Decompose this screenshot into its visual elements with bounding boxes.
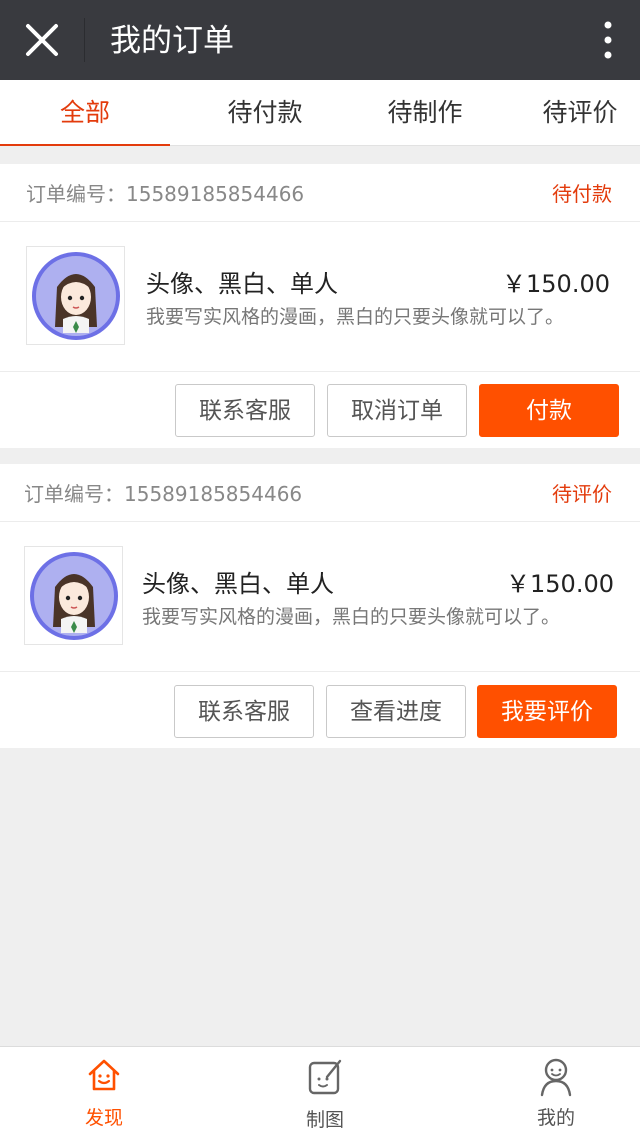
- nav-item-draw[interactable]: 制图: [265, 1047, 385, 1136]
- product-description: 我要写实风格的漫画，黑白的只要头像就可以了。: [142, 606, 561, 628]
- product-price: ￥150.00: [502, 270, 610, 298]
- bottom-nav: 发现 制图 我的: [0, 1046, 640, 1136]
- order-status: 待付款: [552, 182, 612, 206]
- nav-item-discover[interactable]: 发现: [44, 1047, 164, 1136]
- pay-button[interactable]: 付款: [479, 384, 619, 437]
- order-item[interactable]: 头像、黑白、单人 ￥150.00 我要写实风格的漫画，黑白的只要头像就可以了。: [0, 522, 640, 672]
- tab-pending-payment[interactable]: 待付款: [185, 80, 345, 146]
- nav-label-draw: 制图: [305, 1109, 344, 1131]
- draw-icon: [308, 1059, 342, 1095]
- tab-pending-review[interactable]: 待评价: [520, 80, 640, 146]
- view-progress-button[interactable]: 查看进度: [326, 685, 466, 738]
- order-card-header: 订单编号：15589185854466 待付款: [0, 164, 640, 222]
- tab-all-label: 全部: [59, 98, 110, 127]
- order-number: 订单编号：15589185854466: [24, 482, 303, 506]
- more-vertical-icon[interactable]: [602, 20, 614, 60]
- avatar-illustration: [32, 252, 120, 340]
- product-thumbnail: [26, 246, 125, 345]
- tab-all[interactable]: 全部: [0, 80, 170, 146]
- order-card: 订单编号：15589185854466 待评价 头像、黑白、单人 ￥150.00…: [0, 464, 640, 748]
- order-card: 订单编号：15589185854466 待付款 头像、黑白、单人 ￥150.00…: [0, 164, 640, 448]
- write-review-button[interactable]: 我要评价: [477, 685, 617, 738]
- home-smile-icon: [88, 1059, 120, 1091]
- product-name: 头像、黑白、单人: [146, 270, 338, 298]
- page-title: 我的订单: [110, 23, 234, 59]
- product-description: 我要写实风格的漫画，黑白的只要头像就可以了。: [146, 306, 565, 328]
- contact-service-button[interactable]: 联系客服: [174, 685, 314, 738]
- order-card-header: 订单编号：15589185854466 待评价: [0, 464, 640, 522]
- nav-label-me: 我的: [536, 1107, 575, 1129]
- tab-pending-review-label: 待评价: [542, 98, 618, 127]
- tab-in-production[interactable]: 待制作: [345, 80, 505, 146]
- cancel-order-button[interactable]: 取消订单: [327, 384, 467, 437]
- tab-pending-payment-label: 待付款: [227, 98, 303, 127]
- active-tab-indicator: [0, 144, 170, 146]
- order-status: 待评价: [552, 482, 612, 506]
- nav-label-discover: 发现: [84, 1107, 123, 1129]
- product-name: 头像、黑白、单人: [142, 570, 334, 598]
- topbar-divider: [84, 18, 85, 62]
- order-number: 订单编号：15589185854466: [26, 182, 305, 206]
- user-icon: [540, 1058, 572, 1097]
- order-item[interactable]: 头像、黑白、单人 ￥150.00 我要写实风格的漫画，黑白的只要头像就可以了。: [0, 222, 640, 372]
- tab-in-production-label: 待制作: [387, 98, 463, 127]
- close-icon[interactable]: [24, 22, 60, 58]
- nav-item-me[interactable]: 我的: [496, 1047, 616, 1136]
- contact-service-button[interactable]: 联系客服: [175, 384, 315, 437]
- product-thumbnail: [24, 546, 123, 645]
- avatar-illustration: [30, 552, 118, 640]
- product-price: ￥150.00: [506, 570, 614, 598]
- top-bar: 我的订单: [0, 0, 640, 80]
- order-tabs: 全部 待付款 待制作 待评价: [0, 80, 640, 146]
